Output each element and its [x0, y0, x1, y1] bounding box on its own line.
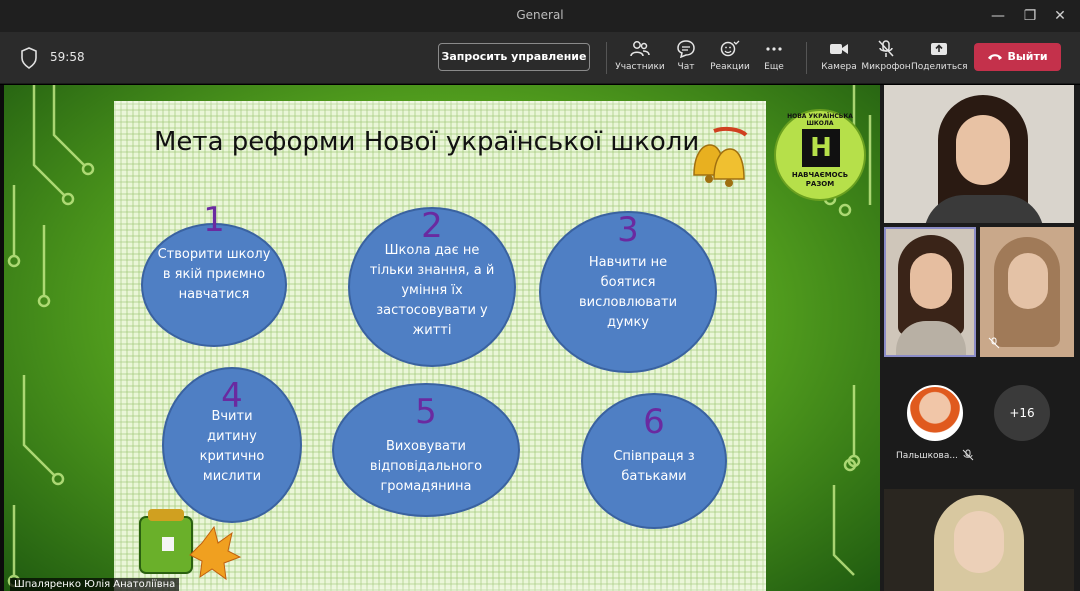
- more-button[interactable]: Еще: [746, 40, 802, 80]
- goal-text: Виховувати відповідального громадянина: [369, 439, 483, 494]
- nush-logo: НОВА УКРАЇНСЬКА ШКОЛА Н НАВЧАЄМОСЬ РАЗОМ: [774, 109, 866, 201]
- chat-icon: [677, 40, 695, 58]
- microphone-off-icon: [962, 449, 974, 461]
- goal-circle-2: 2 Школа дає не тільки знання, а й уміння…: [348, 207, 516, 367]
- goal-circle-4: 4 Вчити дитину критично мислити: [162, 367, 302, 523]
- goal-circle-3: 3 Навчити не боятися висловлювати думку: [539, 211, 717, 373]
- logo-motto-line2: РАЗОМ: [805, 180, 835, 188]
- video-tile[interactable]: [980, 227, 1074, 357]
- participant-gallery: Пальшкова... +16: [880, 85, 1080, 591]
- share-label: Поделиться: [911, 62, 968, 72]
- goal-circle-1: 1 Створити школу в якій приємно навчатис…: [141, 203, 287, 347]
- leave-button[interactable]: Выйти: [974, 43, 1061, 71]
- microphone-label: Микрофон: [861, 62, 911, 72]
- logo-motto: НАВЧАЄМОСЬ РАЗОМ: [776, 171, 864, 189]
- participant-face: [954, 511, 1004, 573]
- video-tile-active-speaker[interactable]: [884, 227, 976, 357]
- microphone-button[interactable]: Микрофон: [858, 40, 914, 80]
- shield-icon: [21, 47, 37, 69]
- microphone-off-icon: [988, 337, 1000, 349]
- microphone-off-icon: [878, 40, 894, 57]
- reactions-icon: [720, 40, 740, 57]
- close-icon[interactable]: ✕: [1050, 6, 1070, 26]
- goal-text: Співпраця з батьками: [613, 449, 695, 484]
- video-tile[interactable]: [884, 85, 1074, 223]
- more-label: Еще: [764, 62, 784, 72]
- meeting-toolbar: 59:58 Запросить управление Участники Чат…: [0, 32, 1080, 84]
- minimize-icon[interactable]: —: [988, 6, 1008, 26]
- goal-text: Створити школу в якій приємно навчатися: [157, 247, 271, 302]
- goal-text: Навчити не боятися висловлювати думку: [578, 255, 678, 330]
- participant-face: [956, 115, 1010, 185]
- share-button[interactable]: Поделиться: [911, 40, 968, 80]
- participant-avatar[interactable]: [907, 385, 963, 441]
- goal-number: 5: [415, 392, 437, 432]
- window-title: General: [516, 8, 564, 22]
- logo-ring-text: НОВА УКРАЇНСЬКА ШКОЛА: [787, 113, 853, 127]
- participant-name: Пальшкова...: [896, 451, 958, 461]
- goal-number: 1: [203, 200, 225, 240]
- goal-text: Школа дає не тільки знання, а й уміння ї…: [369, 243, 495, 338]
- goal-number: 3: [617, 210, 639, 250]
- phone-hangup-icon: [988, 54, 1003, 60]
- window-titlebar: General — ❐ ✕: [0, 0, 1080, 32]
- goal-circle-5: 5 Виховувати відповідального громадянина: [332, 383, 520, 517]
- shared-screen: НОВА УКРАЇНСЬКА ШКОЛА Н НАВЧАЄМОСЬ РАЗОМ…: [0, 85, 880, 591]
- maximize-icon[interactable]: ❐: [1020, 6, 1040, 26]
- more-participants-button[interactable]: +16: [994, 385, 1050, 441]
- goal-text: Вчити дитину критично мислити: [199, 409, 265, 484]
- goal-number: 2: [421, 206, 443, 246]
- logo-letter: Н: [802, 129, 840, 167]
- presenter-name: Шпаляренко Юлія Анатоліївна: [10, 578, 180, 591]
- participant-face: [1008, 253, 1048, 309]
- logo-motto-line1: НАВЧАЄМОСЬ: [791, 171, 849, 179]
- leave-label: Выйти: [1007, 50, 1048, 63]
- share-icon: [931, 43, 947, 55]
- toolbar-divider: [806, 42, 807, 74]
- camera-icon: [830, 44, 848, 54]
- goal-circle-6: 6 Співпраця з батьками: [581, 393, 727, 529]
- meeting-timer: 59:58: [50, 50, 85, 64]
- request-control-button[interactable]: Запросить управление: [438, 43, 590, 71]
- presentation-slide: НОВА УКРАЇНСЬКА ШКОЛА Н НАВЧАЄМОСЬ РАЗОМ…: [4, 85, 880, 591]
- more-icon: [766, 47, 782, 51]
- video-tile[interactable]: [884, 489, 1074, 591]
- participants-icon: [630, 41, 650, 57]
- participant-face: [910, 253, 952, 309]
- goal-number: 6: [643, 402, 665, 442]
- toolbar-divider: [606, 42, 607, 74]
- slide-title: Мета реформи Нової української школи: [154, 127, 700, 157]
